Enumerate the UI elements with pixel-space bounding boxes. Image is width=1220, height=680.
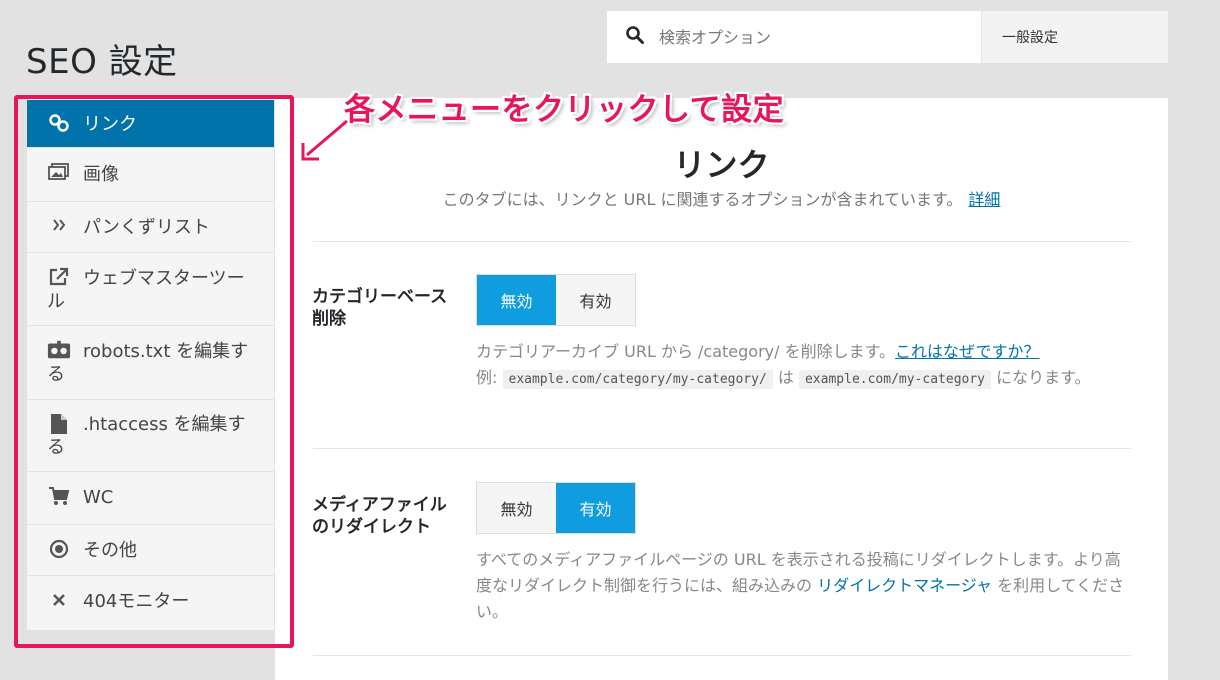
why-link[interactable]: これはなぜですか？ [895, 342, 1039, 361]
sidebar-item-label: 画像 [83, 164, 119, 185]
sidebar-item-webmaster-tools[interactable]: ウェブマスターツール [27, 253, 274, 326]
category-base-disable-option[interactable]: 無効 [477, 275, 556, 325]
desc-text: カテゴリアーカイブ URL から /category/ を削除します。 [476, 342, 896, 361]
media-redirect-description: すべてのメディアファイルページの URL を表示される投稿にリダイレクトします。… [476, 547, 1136, 625]
sidebar-item-images[interactable]: 画像 [27, 148, 274, 202]
example-to-code: example.com/my-category [798, 370, 991, 389]
category-base-description: カテゴリアーカイブ URL から /category/ を削除します。これはなぜ… [476, 339, 1136, 393]
sidebar-item-404-monitor[interactable]: 404モニター [27, 576, 274, 628]
sidebar-item-label: その他 [83, 540, 137, 561]
media-redirect-enable-option[interactable]: 有効 [556, 483, 635, 533]
page-title: SEO 設定 [26, 42, 178, 82]
setting-label-category-base: カテゴリーベース削除 [312, 287, 448, 329]
sidebar-item-label: ウェブマスターツール [47, 268, 245, 312]
sidebar-item-misc[interactable]: その他 [27, 525, 274, 576]
divider [313, 655, 1131, 656]
sidebar-item-label: 404モニター [83, 591, 190, 612]
sidebar: リンク 画像 パンくずリスト ウェブマスターツール robots.txt を編集… [27, 100, 274, 630]
panel-description: このタブには、リンクと URL に関連するオプションが含まれています。 詳細 [275, 186, 1168, 210]
divider [313, 241, 1131, 242]
panel-title: リンク [673, 146, 770, 184]
cart-icon [47, 486, 71, 506]
search-icon [625, 25, 645, 49]
search-box[interactable] [607, 11, 982, 63]
example-suffix: になります。 [996, 368, 1091, 387]
example-mid: は [777, 368, 794, 387]
sidebar-item-label: リンク [83, 114, 137, 135]
details-link[interactable]: 詳細 [968, 190, 1000, 209]
media-redirect-toggle: 無効 有効 [476, 482, 636, 534]
example-prefix: 例: [476, 368, 498, 387]
sidebar-item-label: WC [83, 487, 114, 508]
sidebar-item-links[interactable]: リンク [27, 100, 274, 148]
category-base-enable-option[interactable]: 有効 [556, 275, 635, 325]
media-redirect-disable-option[interactable]: 無効 [477, 483, 556, 533]
category-base-toggle: 無効 有効 [476, 274, 636, 326]
sidebar-item-htaccess[interactable]: .htaccess を編集する [27, 400, 274, 472]
search-bar: 一般設定 [607, 11, 1168, 63]
sidebar-item-wc[interactable]: WC [27, 472, 274, 525]
sidebar-item-label: パンくずリスト [83, 217, 210, 238]
images-icon [47, 163, 71, 181]
radio-icon [47, 539, 71, 559]
panel-description-text: このタブには、リンクと URL に関連するオプションが含まれています。 [442, 190, 963, 209]
settings-panel: リンク このタブには、リンクと URL に関連するオプションが含まれています。詳… [275, 98, 1168, 680]
sidebar-item-breadcrumbs[interactable]: パンくずリスト [27, 202, 274, 253]
double-chevron-icon [47, 216, 71, 234]
redirect-manager-link[interactable]: リダイレクトマネージャ [817, 576, 992, 595]
example-from-code: example.com/category/my-category/ [502, 370, 773, 389]
search-scope-select[interactable]: 一般設定 [982, 11, 1168, 63]
sidebar-item-label: .htaccess を編集する [47, 414, 246, 458]
link-icon [47, 113, 71, 133]
setting-label-media-redirect: メディアファイルのリダイレクト [312, 495, 447, 537]
close-icon [47, 590, 71, 608]
divider [313, 448, 1131, 449]
sidebar-item-robots[interactable]: robots.txt を編集する [27, 326, 274, 400]
sidebar-item-label: robots.txt を編集する [47, 341, 249, 385]
annotation-callout: 各メニューをクリックして設定 [344, 92, 785, 128]
search-input[interactable] [659, 27, 959, 47]
